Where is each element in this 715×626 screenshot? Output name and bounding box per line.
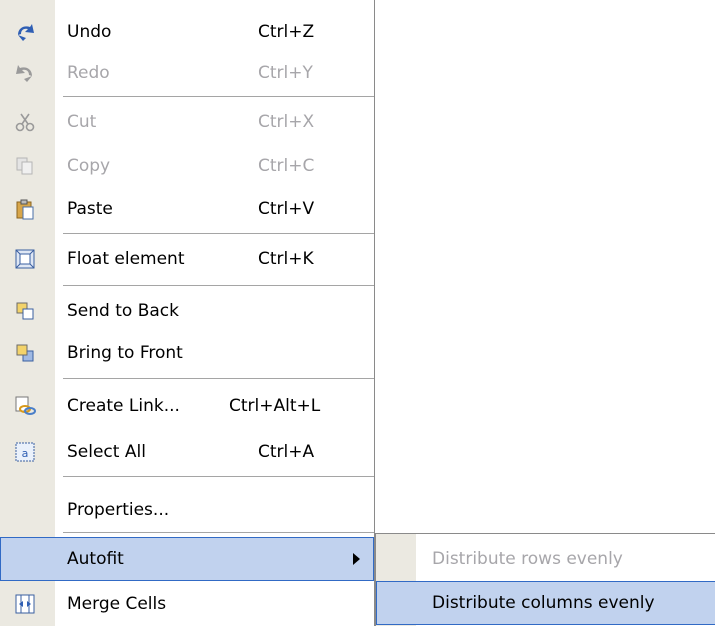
menu-item-label: Properties... (67, 500, 170, 520)
float-element-icon (15, 249, 35, 269)
menu-item-label: Paste (67, 199, 113, 219)
menu-item-label: Merge Cells (67, 594, 167, 614)
menu-item-create-link[interactable]: Create Link... Ctrl+Alt+L (0, 384, 374, 428)
link-icon (15, 396, 36, 415)
menu-item-shortcut: Ctrl+A (258, 442, 315, 462)
menu-item-paste[interactable]: Paste Ctrl+V (0, 187, 374, 231)
menu-item-distribute-columns[interactable]: Distribute columns evenly (376, 581, 715, 625)
menu-separator (63, 476, 374, 477)
menu-item-shortcut: Ctrl+V (258, 199, 315, 219)
menu-separator (63, 285, 374, 286)
scissors-icon (15, 113, 35, 132)
menu-item-label: Undo (67, 22, 112, 42)
menu-item-send-to-back[interactable]: Send to Back (0, 289, 374, 333)
menu-item-label: Redo (67, 63, 110, 83)
bring-to-front-icon (16, 344, 34, 362)
menu-item-label: Select All (67, 442, 146, 462)
select-all-icon: a (15, 442, 35, 462)
menu-item-bring-to-front[interactable]: Bring to Front (0, 331, 374, 375)
menu-separator (63, 532, 374, 533)
menu-item-copy[interactable]: Copy Ctrl+C (0, 144, 374, 188)
menu-item-autofit[interactable]: Autofit (0, 537, 374, 581)
menu-item-distribute-rows[interactable]: Distribute rows evenly (376, 537, 715, 581)
menu-item-label: Bring to Front (67, 343, 183, 363)
menu-separator (63, 378, 374, 379)
menu-item-select-all[interactable]: a Select All Ctrl+A (0, 430, 374, 474)
menu-item-shortcut: Ctrl+Z (258, 22, 315, 42)
menu-item-label: Float element (67, 249, 185, 269)
submenu-arrow-icon (353, 553, 360, 565)
menu-item-label: Distribute rows evenly (432, 549, 623, 569)
menu-item-float-element[interactable]: Float element Ctrl+K (0, 237, 374, 281)
menu-item-label: Distribute columns evenly (432, 593, 655, 613)
menu-item-label: Create Link... (67, 396, 180, 416)
menu-item-merge-cells[interactable]: Merge Cells (0, 582, 374, 626)
menu-item-label: Autofit (67, 549, 124, 569)
copy-icon (16, 157, 33, 175)
menu-item-label: Copy (67, 156, 111, 176)
paste-icon (16, 199, 34, 220)
redo-icon (16, 65, 32, 82)
menu-item-label: Send to Back (67, 301, 179, 321)
send-to-back-icon (16, 302, 34, 320)
menu-item-shortcut: Ctrl+X (258, 112, 315, 132)
menu-item-redo[interactable]: Redo Ctrl+Y (0, 51, 374, 95)
menu-item-shortcut: Ctrl+Y (258, 63, 313, 83)
undo-icon (18, 24, 34, 41)
menu-item-undo[interactable]: Undo Ctrl+Z (0, 10, 374, 54)
autofit-submenu: Distribute rows evenly Distribute column… (375, 533, 715, 626)
menu-item-properties[interactable]: Properties... (0, 488, 374, 532)
menu-separator (63, 233, 374, 234)
menu-item-shortcut: Ctrl+C (258, 156, 315, 176)
context-menu: Undo Ctrl+Z Redo Ctrl+Y Cut Ctrl+X Copy … (0, 0, 375, 626)
menu-item-shortcut: Ctrl+K (258, 249, 314, 269)
menu-item-cut[interactable]: Cut Ctrl+X (0, 100, 374, 144)
menu-item-label: Cut (67, 112, 97, 132)
svg-text:a: a (22, 447, 29, 460)
menu-separator (63, 96, 374, 97)
merge-cells-icon (15, 594, 35, 614)
menu-item-shortcut: Ctrl+Alt+L (229, 396, 321, 416)
